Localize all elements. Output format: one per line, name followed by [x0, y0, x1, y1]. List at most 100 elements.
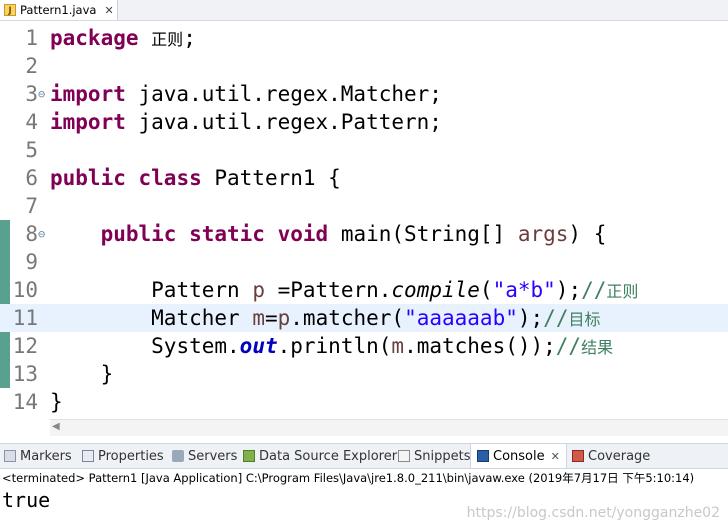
watermark: https://blog.csdn.net/yongganzhe02 — [466, 505, 720, 521]
tab-servers[interactable]: Servers — [172, 444, 237, 468]
fold-collapse-icon[interactable]: ⊖ — [38, 220, 45, 248]
comment: 结果 — [581, 338, 614, 357]
line-number: 7 — [25, 194, 38, 218]
parameter: args — [517, 222, 569, 246]
scroll-left-icon[interactable]: ◀ — [52, 421, 60, 432]
tab-coverage[interactable]: Coverage — [572, 444, 650, 468]
local-variable: m — [252, 306, 265, 330]
code-text: Matcher — [151, 306, 253, 330]
tab-markers[interactable]: Markers — [4, 444, 72, 468]
keyword: import — [50, 110, 126, 134]
tab-label: Coverage — [588, 448, 651, 464]
keyword: static — [189, 222, 265, 246]
code-line: 13 } — [0, 360, 728, 388]
line-number: 1 — [25, 26, 38, 50]
editor-tab-title: Pattern1.java — [20, 3, 97, 17]
keyword: class — [138, 166, 202, 190]
code-text: Pattern1 { — [201, 166, 341, 190]
code-text: System. — [151, 334, 240, 358]
code-line: 6 public class Pattern1 { — [0, 164, 728, 192]
tab-data-source-explorer[interactable]: Data Source Explorer — [243, 444, 397, 468]
code-text: java.util.regex.Pattern; — [125, 110, 442, 134]
code-text: .matches()); — [404, 334, 556, 358]
line-number: 8 — [25, 222, 38, 246]
comment: 正则 — [606, 282, 639, 301]
editor-tab-bar: J Pattern1.java ✕ — [0, 0, 728, 21]
code-line: 2 — [0, 52, 728, 80]
code-line: 1 package 正则; — [0, 24, 728, 52]
code-line: 5 — [0, 136, 728, 164]
coverage-icon — [572, 450, 584, 462]
line-number: 3 — [25, 82, 38, 106]
comment: 目标 — [568, 310, 601, 329]
markers-icon — [4, 450, 16, 462]
code-line: 8 ⊖ public static void main(String[] arg… — [0, 220, 728, 248]
data-source-icon — [243, 450, 255, 462]
snippets-icon — [398, 450, 410, 462]
code-text: .matcher( — [290, 306, 405, 330]
tab-label: Snippets — [414, 448, 471, 464]
keyword: package — [50, 26, 139, 50]
editor-tab-pattern1[interactable]: J Pattern1.java ✕ — [0, 0, 118, 20]
code-text: } — [100, 362, 114, 386]
line-number: 6 — [25, 166, 38, 190]
close-icon[interactable]: ✕ — [551, 450, 560, 463]
line-number: 13 — [12, 362, 38, 386]
fold-collapse-icon[interactable]: ⊖ — [38, 80, 45, 108]
code-text: java.util.regex.Matcher; — [125, 82, 442, 106]
code-line: 14 } — [0, 388, 728, 416]
tab-properties[interactable]: Properties — [82, 444, 164, 468]
code-text: } — [50, 390, 63, 414]
line-number: 11 — [12, 306, 38, 330]
code-text: ( — [479, 278, 493, 302]
code-editor[interactable]: 1 package 正则; 2 3 ⊖ import java.util.reg… — [0, 21, 728, 417]
console-output[interactable]: true — [2, 488, 50, 512]
servers-icon — [172, 450, 184, 462]
java-file-icon: J — [4, 4, 16, 16]
console-status: <terminated> Pattern1 [Java Application]… — [2, 471, 695, 485]
code-line-current: 11 Matcher m=p.matcher("aaaaaab");//目标 — [0, 304, 728, 332]
code-line: 4 import java.util.regex.Pattern; — [0, 108, 728, 136]
static-field: out — [239, 334, 278, 358]
keyword: void — [277, 222, 329, 246]
code-line: 3 ⊖ import java.util.regex.Matcher; — [0, 80, 728, 108]
properties-icon — [82, 450, 94, 462]
keyword: public — [100, 222, 177, 246]
code-text: ) { — [568, 222, 607, 246]
line-number: 2 — [25, 54, 38, 78]
tab-label: Markers — [20, 448, 72, 464]
line-number: 9 — [25, 250, 38, 274]
code-line: 7 — [0, 192, 728, 220]
horizontal-scrollbar[interactable]: ◀ — [50, 419, 728, 436]
comment: // — [543, 306, 569, 330]
string-literal: "a*b" — [492, 278, 556, 302]
local-variable: m — [391, 334, 405, 358]
tab-label: Console — [493, 448, 545, 464]
line-number: 5 — [25, 138, 38, 162]
console-icon — [477, 450, 489, 462]
code-line: 10 Pattern p =Pattern.compile("a*b");//正… — [0, 276, 728, 304]
close-icon[interactable]: ✕ — [104, 4, 113, 17]
views-tab-bar: Markers Properties Servers Data Source E… — [0, 443, 728, 469]
string-literal: "aaaaaab" — [404, 306, 518, 330]
code-line: 9 — [0, 248, 728, 276]
keyword: public — [50, 166, 126, 190]
static-method: compile — [391, 278, 480, 302]
local-variable: p — [252, 278, 265, 302]
code-text: = — [264, 306, 278, 330]
tab-console[interactable]: Console ✕ — [470, 444, 567, 468]
tab-snippets[interactable]: Snippets — [398, 444, 470, 468]
code-text: Pattern — [151, 278, 253, 302]
code-text: .println( — [277, 334, 392, 358]
code-text: ); — [517, 306, 544, 330]
line-number: 14 — [12, 390, 38, 414]
line-number: 4 — [25, 110, 38, 134]
comment: // — [555, 334, 582, 358]
code-text: ); — [555, 278, 582, 302]
code-text: ; — [183, 26, 196, 50]
local-variable: p — [277, 306, 291, 330]
code-text: =Pattern. — [264, 278, 392, 302]
code-text: main(String[] — [328, 222, 518, 246]
tab-label: Data Source Explorer — [259, 448, 398, 464]
tab-label: Servers — [188, 448, 238, 464]
